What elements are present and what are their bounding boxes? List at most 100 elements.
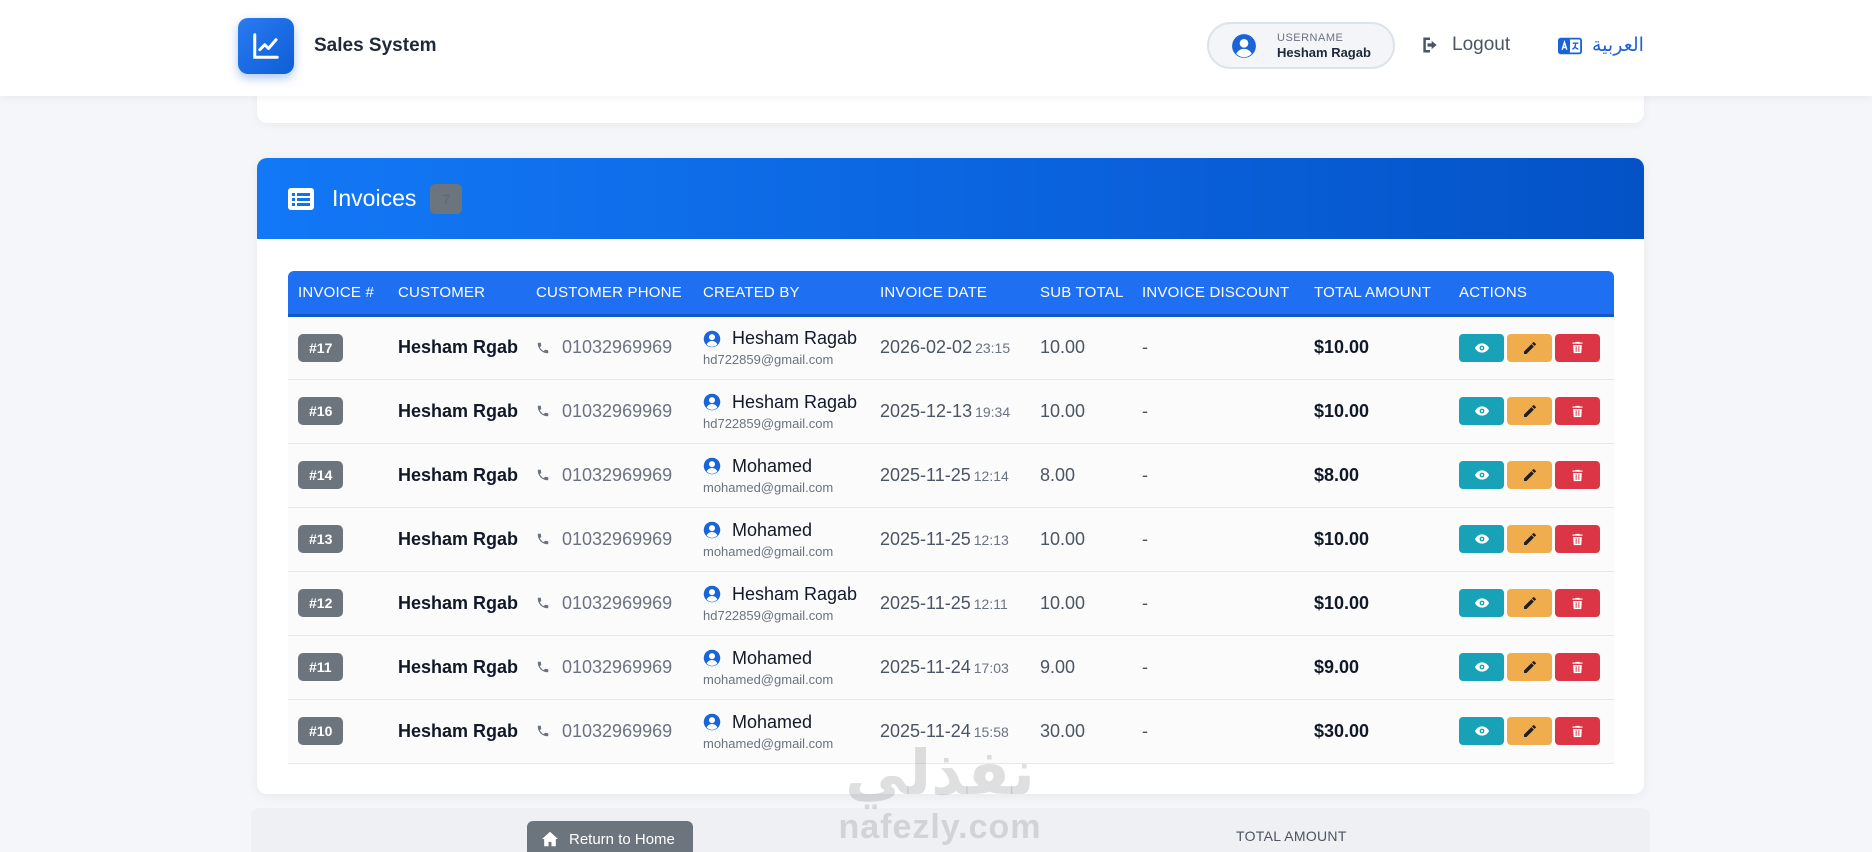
actions-cell [1449, 699, 1614, 763]
column-header[interactable]: INVOICE # [288, 271, 388, 317]
invoice-discount: - [1142, 720, 1148, 741]
customer-name: Hesham Rgab [398, 528, 519, 549]
creator-email: mohamed@gmail.com [703, 479, 834, 495]
edit-button[interactable] [1507, 589, 1552, 617]
edit-button[interactable] [1507, 525, 1552, 553]
invoice-number-cell: #12 [288, 571, 388, 635]
total-amount-label: TOTAL AMOUNT [1236, 828, 1347, 844]
column-header[interactable]: CUSTOMER [388, 271, 526, 317]
invoice-number-badge[interactable]: #13 [298, 525, 344, 553]
customer-cell: Hesham Rgab [388, 443, 526, 507]
chart-line-icon [238, 18, 294, 74]
customer-name: Hesham Rgab [398, 720, 519, 741]
delete-button[interactable] [1555, 461, 1600, 489]
phone-cell: 01032969969 [526, 379, 693, 443]
view-button[interactable] [1459, 461, 1504, 489]
pencil-icon [1522, 340, 1538, 356]
invoice-number-badge[interactable]: #17 [298, 333, 344, 362]
trash-icon [1570, 660, 1585, 675]
invoice-number-cell: #13 [288, 507, 388, 571]
invoice-number-badge[interactable]: #10 [298, 717, 344, 745]
invoice-date: 2025-11-25 [880, 592, 971, 613]
table-row: #13 Hesham Rgab 01032969969 Mohamed mohamed@… [288, 507, 1614, 571]
edit-button[interactable] [1507, 397, 1552, 425]
invoices-title: Invoices [332, 185, 417, 211]
edit-button[interactable] [1507, 653, 1552, 681]
delete-button[interactable] [1555, 717, 1600, 745]
delete-button[interactable] [1555, 333, 1600, 362]
column-header[interactable]: CUSTOMER PHONE [526, 271, 693, 317]
invoice-number-badge[interactable]: #12 [298, 589, 344, 617]
user-circle-icon [1231, 33, 1257, 59]
view-button[interactable] [1459, 525, 1504, 553]
invoice-number-badge[interactable]: #14 [298, 461, 344, 489]
customer-phone: 01032969969 [562, 400, 673, 421]
column-header[interactable]: INVOICE DISCOUNT [1132, 271, 1304, 317]
table-row: #16 Hesham Rgab 01032969969 Hesham Ragab hd7… [288, 379, 1614, 443]
column-header[interactable]: CREATED BY [693, 271, 870, 317]
creator-name: Hesham Ragab [732, 328, 858, 348]
created-by-cell: Mohamed mohamed@gmail.com [693, 635, 870, 699]
return-home-label: Return to Home [569, 830, 675, 848]
total-amount: $10.00 [1314, 400, 1370, 421]
user-profile-pill[interactable]: USERNAME Hesham Ragab [1207, 22, 1395, 69]
discount-cell: - [1132, 507, 1304, 571]
invoice-time: 12:13 [973, 531, 1009, 548]
invoice-discount: - [1142, 656, 1148, 677]
total-amount: $10.00 [1314, 592, 1370, 613]
delete-button[interactable] [1555, 589, 1600, 617]
invoices-count-badge: 7 [430, 183, 463, 214]
edit-button[interactable] [1507, 717, 1552, 745]
return-home-button[interactable]: Return to Home [527, 821, 693, 852]
column-header[interactable]: INVOICE DATE [870, 271, 1030, 317]
trash-icon [1570, 404, 1585, 419]
delete-button[interactable] [1555, 653, 1600, 681]
invoice-date-cell: 2025-11-24 17:03 [870, 635, 1030, 699]
top-navbar: Sales System USERNAME Hesham Ragab Logou… [0, 0, 1872, 96]
invoice-number-cell: #17 [288, 315, 388, 379]
total-cell: $30.00 [1304, 699, 1449, 763]
customer-phone: 01032969969 [562, 656, 673, 677]
invoice-number-badge[interactable]: #16 [298, 397, 344, 425]
language-switch[interactable]: العربية [1558, 34, 1644, 57]
column-header: ACTIONS [1449, 271, 1614, 317]
delete-button[interactable] [1555, 397, 1600, 425]
total-amount: $9.00 [1314, 656, 1360, 677]
actions-cell [1449, 443, 1614, 507]
view-button[interactable] [1459, 589, 1504, 617]
eye-icon [1474, 531, 1490, 547]
view-button[interactable] [1459, 333, 1504, 362]
sub-total: 10.00 [1040, 337, 1086, 357]
invoice-time: 17:03 [973, 659, 1009, 676]
actions-cell [1449, 507, 1614, 571]
total-amount: $10.00 [1314, 528, 1370, 549]
customer-phone: 01032969969 [562, 592, 673, 613]
edit-button[interactable] [1507, 333, 1552, 362]
invoice-time: 23:15 [975, 340, 1011, 356]
column-header[interactable]: TOTAL AMOUNT [1304, 271, 1449, 317]
total-cell: $10.00 [1304, 379, 1449, 443]
customer-cell: Hesham Rgab [388, 699, 526, 763]
logout-link[interactable]: Logout [1420, 34, 1510, 56]
sub-total: 10.00 [1040, 528, 1086, 549]
invoice-date-cell: 2025-11-25 12:14 [870, 443, 1030, 507]
view-button[interactable] [1459, 717, 1504, 745]
invoice-discount: - [1142, 464, 1148, 485]
brand[interactable]: Sales System [238, 18, 437, 74]
customer-phone: 01032969969 [562, 528, 673, 549]
view-button[interactable] [1459, 397, 1504, 425]
invoice-date: 2025-11-24 [880, 656, 971, 677]
invoice-time: 12:14 [973, 467, 1009, 484]
user-circle-icon [703, 521, 721, 539]
delete-button[interactable] [1555, 525, 1600, 553]
trash-icon [1570, 596, 1585, 611]
created-by-cell: Hesham Ragab hd722859@gmail.com [693, 379, 870, 443]
column-header[interactable]: SUB TOTAL [1030, 271, 1132, 317]
invoices-card: Invoices 7 INVOICE # CUSTOMER CUSTOMER P… [257, 158, 1644, 794]
invoice-number-badge[interactable]: #11 [298, 653, 343, 681]
phone-cell: 01032969969 [526, 571, 693, 635]
view-button[interactable] [1459, 653, 1504, 681]
invoice-date-cell: 2025-11-25 12:13 [870, 507, 1030, 571]
edit-button[interactable] [1507, 461, 1552, 489]
invoice-time: 19:34 [975, 403, 1011, 420]
